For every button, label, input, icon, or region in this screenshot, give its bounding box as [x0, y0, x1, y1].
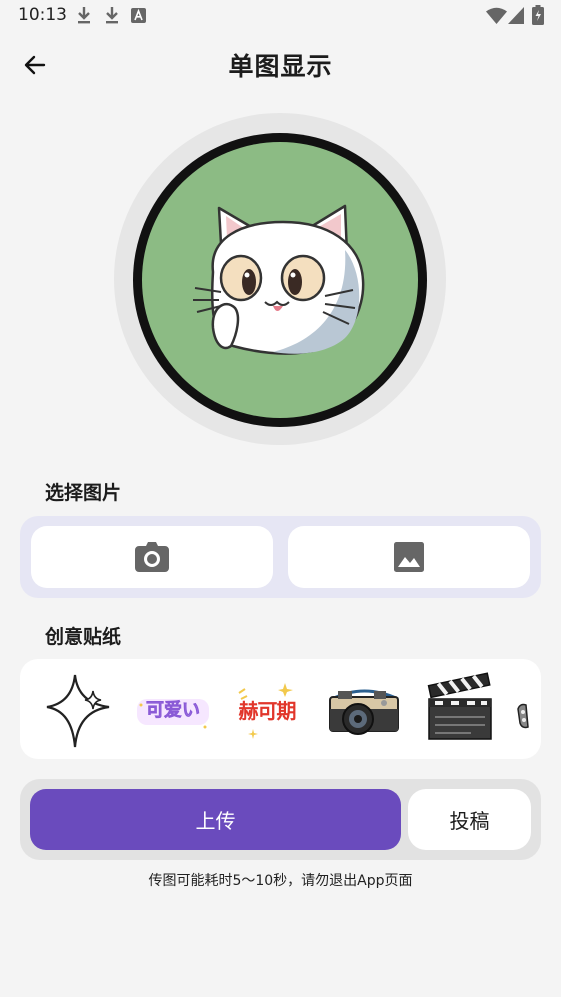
picker-section-title: 选择图片: [45, 482, 122, 504]
font-icon: [131, 5, 146, 25]
status-time: 10:13: [18, 5, 67, 25]
sticker-cute-text: 可爱い: [146, 700, 201, 722]
battery-icon: [532, 5, 544, 25]
sticker-strip: 可爱い 赫可期: [20, 659, 541, 759]
page-title: 单图显示: [228, 52, 333, 81]
cat-avatar-image: [114, 113, 446, 445]
upload-button[interactable]: 上传: [30, 789, 401, 850]
choose-from-gallery-button[interactable]: [288, 526, 530, 588]
signal-icon: [508, 5, 524, 25]
sticker-partial[interactable]: [514, 669, 541, 749]
vintage-camera-icon: [329, 689, 399, 735]
sticker-camera[interactable]: [324, 669, 404, 749]
image-icon: [394, 542, 424, 572]
wifi-icon: [486, 5, 507, 25]
upload-hint-text: 传图可能耗时5～10秒，请勿退出App页面: [148, 873, 413, 889]
stickers-section-title: 创意贴纸: [45, 626, 122, 648]
status-bar: 10:13: [0, 0, 561, 32]
picker-panel: [20, 516, 541, 598]
sticker-clapperboard[interactable]: [421, 669, 501, 749]
film-reel-icon: [517, 703, 529, 729]
page: 10:13 单图显示 选择图片 创意贴纸 可爱い 赫可期 上传 投稿 传图可能耗…: [0, 0, 561, 997]
clapperboard-icon: [427, 672, 492, 740]
sticker-looking-forward-text: 赫可期: [238, 698, 297, 723]
avatar-preview: [113, 112, 447, 446]
camera-icon: [135, 542, 169, 572]
action-panel: 上传 投稿: [20, 779, 541, 860]
download-icon: [76, 5, 92, 25]
sticker-sparkle[interactable]: [37, 669, 117, 749]
download-icon: [104, 5, 120, 25]
take-photo-button[interactable]: [31, 526, 273, 588]
sticker-cute[interactable]: 可爱い: [133, 669, 213, 749]
sparkle-icon: [46, 674, 110, 748]
submit-button[interactable]: 投稿: [408, 789, 531, 850]
sticker-looking-forward[interactable]: 赫可期: [227, 669, 307, 749]
